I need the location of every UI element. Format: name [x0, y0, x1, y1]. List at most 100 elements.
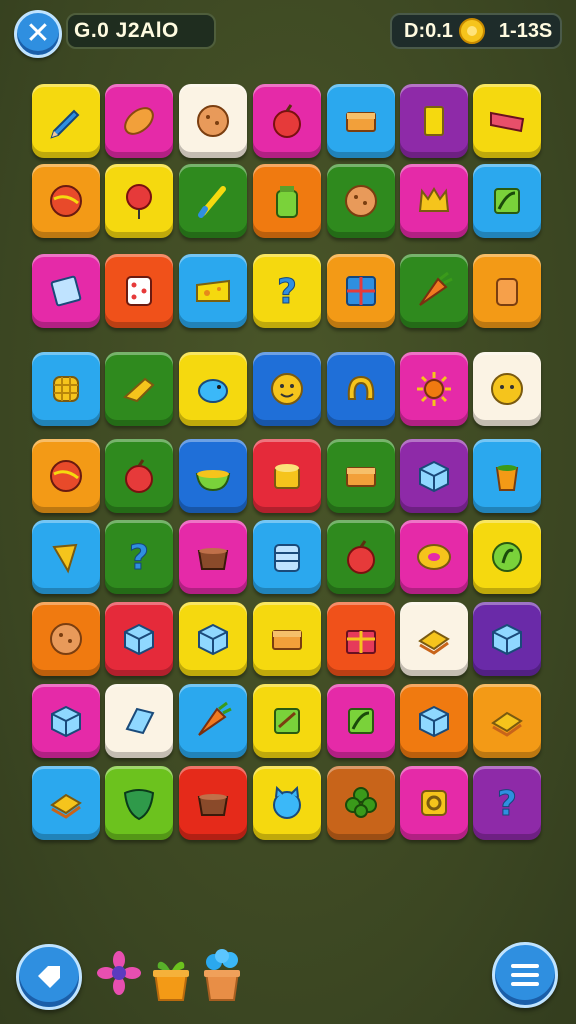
game-tile[interactable] — [253, 766, 321, 840]
game-tile[interactable] — [400, 254, 468, 328]
game-tile[interactable] — [179, 766, 247, 840]
seed-icon — [487, 537, 527, 577]
apple-icon — [341, 537, 381, 577]
game-tile[interactable] — [32, 164, 100, 238]
game-tile[interactable] — [400, 84, 468, 158]
game-tile[interactable] — [327, 254, 395, 328]
window-icon — [341, 271, 381, 311]
game-tile[interactable] — [400, 439, 468, 513]
game-tile[interactable] — [327, 602, 395, 676]
timer-text: D:0.1 — [404, 19, 453, 42]
game-tile[interactable] — [253, 352, 321, 426]
game-tile[interactable] — [327, 352, 395, 426]
game-tile[interactable] — [473, 439, 541, 513]
game-tile[interactable] — [179, 439, 247, 513]
apple-icon — [267, 101, 307, 141]
donut-icon — [414, 537, 454, 577]
cheese-icon — [193, 271, 233, 311]
horseshoe-icon — [341, 369, 381, 409]
game-tile[interactable] — [327, 766, 395, 840]
sandwich-icon — [487, 701, 527, 741]
game-tile[interactable] — [179, 602, 247, 676]
game-tile[interactable] — [32, 766, 100, 840]
carrot-icon — [414, 271, 454, 311]
game-tile[interactable] — [105, 602, 173, 676]
cube-icon — [46, 701, 86, 741]
dice-icon — [119, 271, 159, 311]
game-tile[interactable] — [32, 439, 100, 513]
menu-icon — [511, 964, 539, 986]
carrot-icon — [193, 701, 233, 741]
book-icon — [487, 101, 527, 141]
close-icon: ✕ — [25, 16, 51, 51]
cookie-icon — [193, 101, 233, 141]
game-tile[interactable] — [253, 164, 321, 238]
game-tile[interactable] — [105, 352, 173, 426]
game-tile[interactable] — [473, 602, 541, 676]
game-tile[interactable] — [179, 164, 247, 238]
game-tile[interactable]: ? — [253, 254, 321, 328]
game-tile[interactable] — [473, 84, 541, 158]
game-tile[interactable] — [400, 766, 468, 840]
game-tile[interactable] — [400, 602, 468, 676]
note-icon — [46, 271, 86, 311]
game-tile[interactable] — [253, 684, 321, 758]
question-icon: ? — [267, 271, 307, 312]
game-tile[interactable] — [327, 164, 395, 238]
cup-icon — [487, 456, 527, 496]
game-tile[interactable] — [179, 352, 247, 426]
game-tile[interactable] — [105, 164, 173, 238]
game-tile[interactable] — [179, 684, 247, 758]
game-tile[interactable] — [32, 684, 100, 758]
game-tile[interactable] — [32, 352, 100, 426]
game-tile[interactable] — [473, 684, 541, 758]
face-icon — [487, 369, 527, 409]
game-tile[interactable] — [327, 84, 395, 158]
game-tile[interactable] — [32, 254, 100, 328]
svg-text:?: ? — [277, 272, 297, 311]
game-tile[interactable] — [105, 766, 173, 840]
game-tile[interactable] — [32, 602, 100, 676]
menu-button[interactable] — [492, 942, 558, 1008]
game-tile[interactable] — [473, 254, 541, 328]
game-tile[interactable] — [32, 84, 100, 158]
game-tile[interactable] — [32, 520, 100, 594]
game-tile[interactable] — [327, 684, 395, 758]
game-tile[interactable] — [253, 602, 321, 676]
game-tile[interactable] — [179, 520, 247, 594]
game-tile[interactable] — [473, 352, 541, 426]
game-tile[interactable] — [473, 520, 541, 594]
game-tile[interactable] — [327, 439, 395, 513]
game-tile[interactable] — [105, 84, 173, 158]
game-tile[interactable] — [473, 164, 541, 238]
game-tile[interactable]: ? — [473, 766, 541, 840]
game-tile[interactable]: ? — [105, 520, 173, 594]
game-tile[interactable] — [105, 684, 173, 758]
cookie-icon — [46, 619, 86, 659]
bowl-icon — [193, 456, 233, 496]
game-tile[interactable] — [400, 520, 468, 594]
game-tile[interactable] — [253, 84, 321, 158]
close-button[interactable]: ✕ — [14, 10, 62, 58]
game-tile[interactable] — [105, 439, 173, 513]
game-tile[interactable] — [179, 254, 247, 328]
game-tile[interactable] — [253, 439, 321, 513]
game-tile[interactable] — [327, 520, 395, 594]
flower-icon — [97, 951, 141, 995]
game-tile[interactable] — [179, 84, 247, 158]
ball-icon — [46, 456, 86, 496]
game-tile[interactable] — [105, 254, 173, 328]
cube-icon — [487, 619, 527, 659]
sun-icon — [414, 369, 454, 409]
svg-text:?: ? — [497, 784, 517, 823]
game-tile[interactable] — [400, 164, 468, 238]
game-tile[interactable] — [253, 520, 321, 594]
game-tile[interactable] — [400, 684, 468, 758]
potted-plant-icon — [153, 961, 189, 1001]
cylinder-icon — [487, 271, 527, 311]
hint-button[interactable] — [16, 944, 82, 1010]
game-tile[interactable] — [400, 352, 468, 426]
apple-icon — [119, 456, 159, 496]
coin-count: 1-13S — [498, 19, 553, 42]
level-title-panel: G.0 J2AlO — [66, 13, 216, 49]
